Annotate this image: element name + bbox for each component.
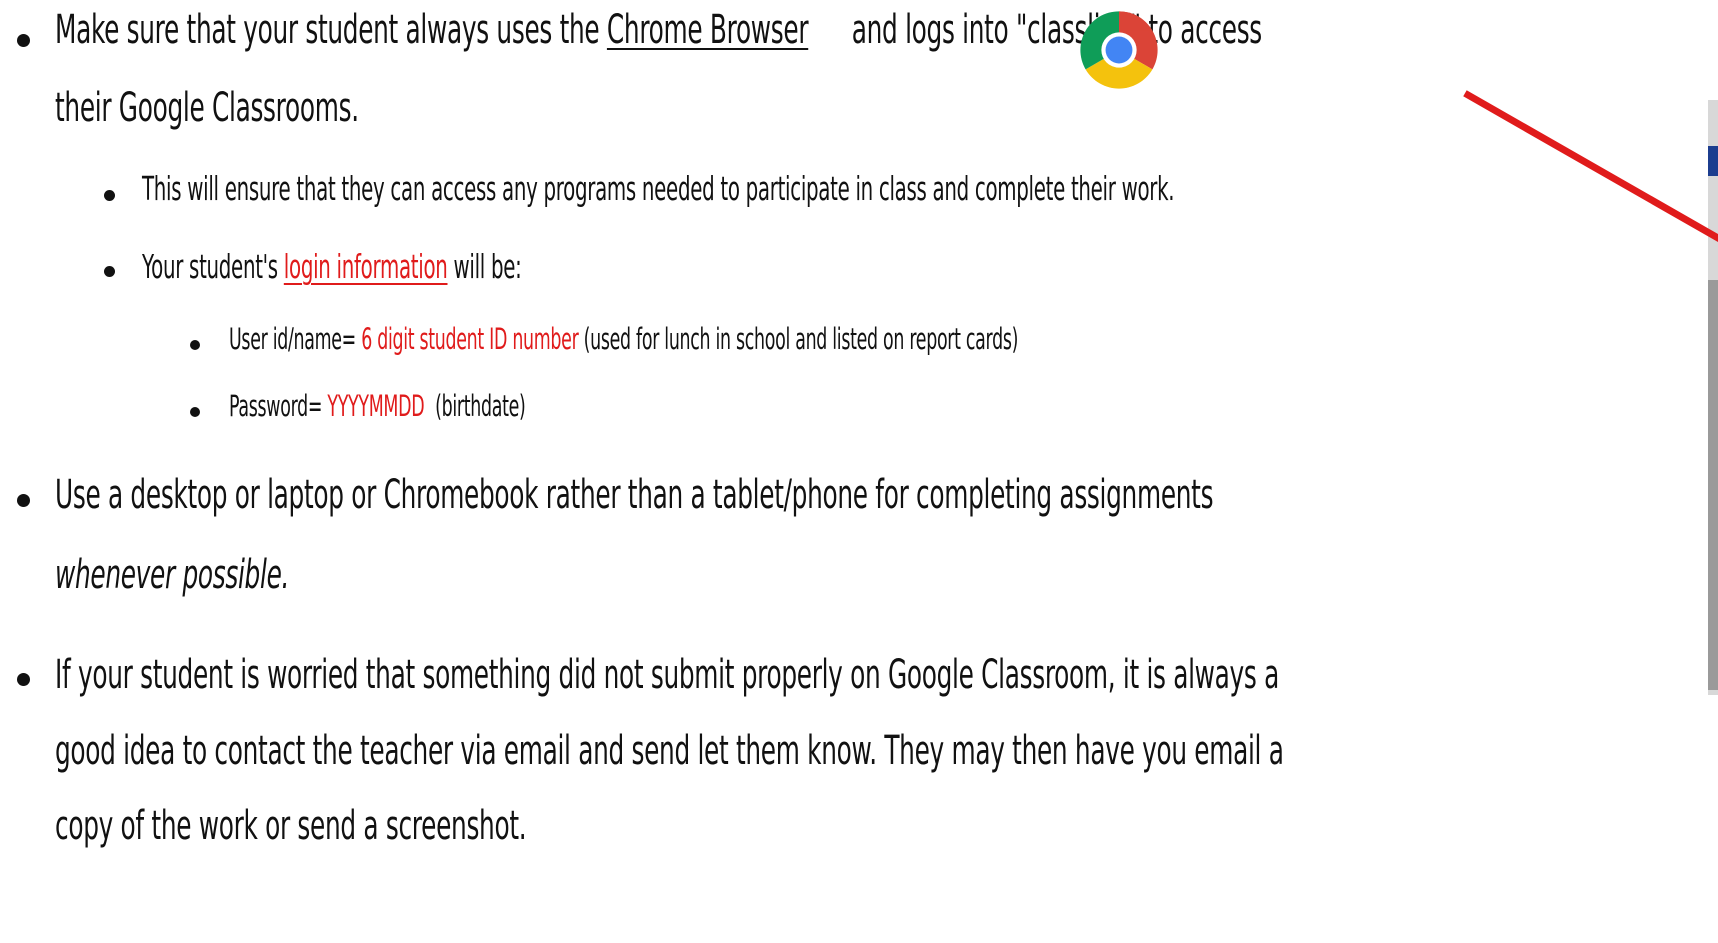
bullet-dot (104, 190, 115, 201)
bullet-dot (17, 494, 30, 507)
login-prefix: Your student's (142, 247, 284, 286)
bullet-dot (190, 407, 200, 417)
cropped-screenshot-image (1708, 100, 1718, 695)
chrome-instruction-continuation: their Google Classrooms. (55, 85, 359, 131)
password-label: Password= (229, 389, 328, 423)
submit-text-line3: copy of the work or send a screenshot. (55, 803, 527, 849)
device-text-line2: whenever possible. (55, 552, 290, 598)
user-id-line: User id/name= 6 digit student ID number … (229, 325, 1018, 354)
bullet-dot (17, 34, 30, 47)
login-suffix: will be: (447, 247, 522, 286)
submit-text-line1: If your student is worried that somethin… (55, 652, 1279, 698)
submit-text-line2: good idea to contact the teacher via ema… (55, 728, 1284, 774)
user-id-note: (used for lunch in school and listed on … (578, 322, 1019, 356)
chrome-browser-link[interactable]: Chrome Browser (607, 7, 809, 53)
bullet-dot (104, 266, 115, 277)
chrome-instruction-text-after: and logs into "classlink" to access (844, 7, 1262, 53)
ensure-text: This will ensure that they can access an… (142, 169, 1175, 208)
cropped-image-area (1708, 280, 1718, 690)
password-note: (birthdate) (435, 389, 526, 423)
user-id-label: User id/name= (229, 322, 362, 356)
bullet-dot (190, 340, 200, 350)
password-value: YYYYMMDD (327, 389, 425, 423)
user-id-value: 6 digit student ID number (361, 322, 579, 356)
login-info-line: Your student's login information will be… (142, 250, 522, 283)
chrome-logo-icon (1080, 11, 1158, 89)
bullet-dot (17, 673, 30, 686)
cropped-header-bar (1708, 146, 1718, 176)
login-information-link[interactable]: login information (284, 247, 448, 286)
device-text-line1: Use a desktop or laptop or Chromebook ra… (55, 472, 1214, 518)
password-line: Password= YYYYMMDD (birthdate) (229, 392, 526, 421)
chrome-instruction-text: Make sure that your student always uses … (55, 7, 607, 53)
